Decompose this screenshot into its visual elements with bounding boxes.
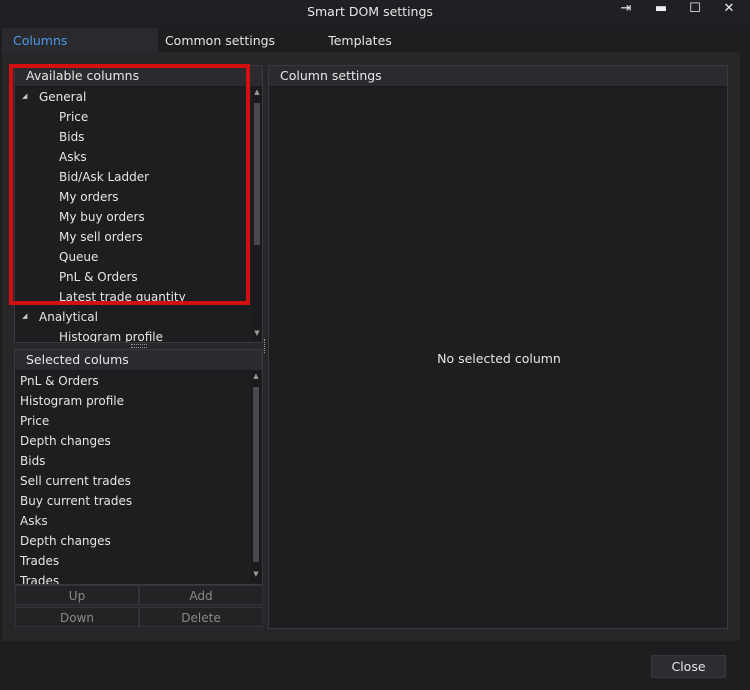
tree-item-pnl-orders[interactable]: PnL & Orders bbox=[59, 267, 138, 287]
selected-columns-panel: Selected colums PnL & Orders Histogram p… bbox=[14, 349, 263, 585]
tree-item-price[interactable]: Price bbox=[59, 107, 88, 127]
available-columns-panel: Available columns ◢ General Price Bids A… bbox=[14, 65, 263, 343]
column-settings-header: Column settings bbox=[269, 66, 727, 87]
tree-item-bid-ask-ladder[interactable]: Bid/Ask Ladder bbox=[59, 167, 149, 187]
tree-item-my-orders[interactable]: My orders bbox=[59, 187, 119, 207]
tree-item-my-buy-orders[interactable]: My buy orders bbox=[59, 207, 145, 227]
tree-item-my-sell-orders[interactable]: My sell orders bbox=[59, 227, 143, 247]
delete-button[interactable]: Delete bbox=[139, 607, 263, 627]
scroll-up-arrow-icon[interactable]: ▲ bbox=[251, 372, 261, 380]
close-icon[interactable]: ✕ bbox=[714, 0, 744, 20]
tab-columns[interactable]: Columns bbox=[2, 28, 158, 52]
scroll-up-arrow-icon[interactable]: ▲ bbox=[252, 88, 262, 96]
tab-common-settings[interactable]: Common settings bbox=[160, 28, 280, 52]
tree-item-histogram-profile[interactable]: Histogram profile bbox=[59, 327, 163, 342]
empty-state-message: No selected column bbox=[437, 351, 561, 366]
up-button[interactable]: Up bbox=[15, 585, 139, 605]
add-button[interactable]: Add bbox=[139, 585, 263, 605]
tree-group-analytical[interactable]: Analytical bbox=[39, 307, 98, 327]
list-item[interactable]: Asks bbox=[20, 511, 48, 531]
close-button[interactable]: Close bbox=[651, 655, 726, 678]
column-settings-panel: Column settings No selected column bbox=[268, 65, 728, 629]
list-item[interactable]: Price bbox=[20, 411, 49, 431]
list-item[interactable]: Depth changes bbox=[20, 531, 111, 551]
scroll-down-arrow-icon[interactable]: ▼ bbox=[251, 570, 261, 578]
tree-item-latest-trade-quantity[interactable]: Latest trade quantity bbox=[59, 287, 186, 307]
expand-arrow-icon[interactable]: ◢ bbox=[22, 312, 27, 320]
tree-item-bids[interactable]: Bids bbox=[59, 127, 84, 147]
expand-arrow-icon[interactable]: ◢ bbox=[22, 92, 27, 100]
list-item[interactable]: Sell current trades bbox=[20, 471, 131, 491]
list-item[interactable]: Histogram profile bbox=[20, 391, 124, 411]
scroll-down-arrow-icon[interactable]: ▼ bbox=[252, 329, 262, 337]
list-item[interactable]: Trades bbox=[20, 551, 59, 571]
available-columns-header: Available columns bbox=[15, 66, 262, 87]
vertical-splitter-handle[interactable] bbox=[264, 339, 267, 353]
list-item[interactable]: PnL & Orders bbox=[20, 371, 99, 391]
list-item[interactable]: Bids bbox=[20, 451, 45, 471]
list-item[interactable]: Depth changes bbox=[20, 431, 111, 451]
tree-group-general[interactable]: General bbox=[39, 87, 86, 107]
pin-icon[interactable]: ⇥ bbox=[611, 0, 641, 20]
list-item[interactable]: Trades bbox=[20, 571, 59, 584]
down-button[interactable]: Down bbox=[15, 607, 139, 627]
tree-item-queue[interactable]: Queue bbox=[59, 247, 98, 267]
scrollbar-thumb[interactable] bbox=[253, 387, 259, 562]
selected-columns-header: Selected colums bbox=[15, 350, 262, 371]
scrollbar-thumb[interactable] bbox=[254, 103, 260, 245]
minimize-icon[interactable]: ▬ bbox=[646, 0, 676, 20]
maximize-icon[interactable]: ☐ bbox=[680, 0, 710, 20]
list-item[interactable]: Buy current trades bbox=[20, 491, 132, 511]
horizontal-splitter-handle[interactable] bbox=[131, 344, 147, 348]
tree-item-asks[interactable]: Asks bbox=[59, 147, 87, 167]
tab-templates[interactable]: Templates bbox=[300, 28, 420, 52]
